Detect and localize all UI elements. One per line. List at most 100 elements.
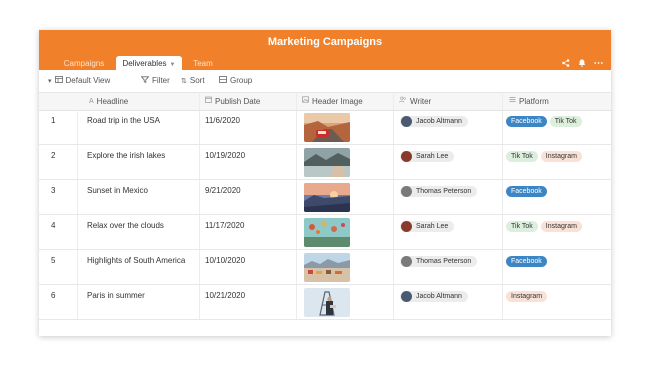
road-trip-image[interactable] bbox=[304, 113, 350, 142]
writer-name: Jacob Altmann bbox=[416, 293, 462, 300]
header-bar: Marketing Campaigns Campaigns Deliverabl… bbox=[39, 30, 611, 71]
date-cell[interactable]: 9/21/2020 bbox=[205, 186, 241, 195]
column-label: Writer bbox=[410, 97, 432, 106]
sort-icon: ⇅ bbox=[181, 77, 187, 85]
table-icon bbox=[54, 76, 63, 85]
writer-chip[interactable]: Jacob Altmann bbox=[400, 291, 468, 302]
platform-cell[interactable]: Facebook bbox=[506, 186, 550, 197]
filter-label: Filter bbox=[152, 76, 170, 85]
row-number: 6 bbox=[51, 291, 56, 300]
date-cell[interactable]: 11/6/2020 bbox=[205, 116, 240, 125]
writer-name: Jacob Altmann bbox=[416, 118, 462, 125]
date-cell[interactable]: 11/17/2020 bbox=[205, 221, 244, 230]
view-toolbar: ▾ Default View Filter ⇅ Sort Group bbox=[39, 70, 611, 92]
column-label: Header Image bbox=[312, 97, 363, 106]
chevron-down-icon[interactable]: ▼ bbox=[170, 62, 176, 68]
clouds-balloons-image[interactable] bbox=[304, 218, 350, 247]
table-row[interactable]: 6 Paris in summer 10/21/2020 Jacob Altma… bbox=[39, 285, 611, 320]
group-button[interactable]: Group bbox=[219, 76, 252, 85]
platform-tag: Facebook bbox=[506, 256, 547, 267]
row-number: 1 bbox=[51, 116, 56, 125]
tab-team[interactable]: Team bbox=[184, 56, 222, 71]
platform-tag: Facebook bbox=[506, 116, 547, 127]
column-header-platform[interactable]: Platform bbox=[509, 93, 549, 110]
writer-chip[interactable]: Jacob Altmann bbox=[400, 116, 468, 127]
tab-label: Campaigns bbox=[63, 59, 105, 68]
row-number: 4 bbox=[51, 221, 56, 230]
tab-deliverables[interactable]: Deliverables ▼ bbox=[116, 56, 182, 71]
more-icon[interactable] bbox=[594, 59, 603, 69]
writer-chip[interactable]: Sarah Lee bbox=[400, 221, 455, 232]
headline-cell[interactable]: Highlights of South America bbox=[87, 256, 185, 265]
row-number: 3 bbox=[51, 186, 56, 195]
avatar bbox=[401, 151, 412, 162]
tab-campaigns[interactable]: Campaigns bbox=[53, 56, 115, 71]
column-header-publish-date[interactable]: Publish Date bbox=[205, 93, 260, 110]
writer-chip[interactable]: Thomas Peterson bbox=[400, 256, 478, 267]
table-row[interactable]: 4 Relax over the clouds 11/17/2020 Sarah… bbox=[39, 215, 611, 250]
column-header-headline[interactable]: A Headline bbox=[89, 93, 128, 110]
table-row[interactable]: 2 Explore the irish lakes 10/19/2020 Sar… bbox=[39, 145, 611, 180]
row-number: 5 bbox=[51, 256, 56, 265]
platform-cell[interactable]: Facebook bbox=[506, 256, 550, 267]
date-cell[interactable]: 10/21/2020 bbox=[205, 291, 245, 300]
filter-button[interactable]: Filter bbox=[140, 76, 170, 85]
date-cell[interactable]: 10/10/2020 bbox=[205, 256, 245, 265]
tab-label: Team bbox=[193, 59, 213, 68]
writer-chip[interactable]: Thomas Peterson bbox=[400, 186, 478, 197]
table-row[interactable]: 3 Sunset in Mexico 9/21/2020 Thomas Pete… bbox=[39, 180, 611, 215]
platform-cell[interactable]: Tik Tok Instagram bbox=[506, 221, 585, 232]
people-icon bbox=[399, 93, 407, 110]
headline-cell[interactable]: Road trip in the USA bbox=[87, 116, 160, 125]
avatar bbox=[401, 291, 412, 302]
column-header-writer[interactable]: Writer bbox=[399, 93, 431, 110]
sort-button[interactable]: ⇅ Sort bbox=[181, 76, 205, 85]
platform-tag: Instagram bbox=[540, 221, 582, 232]
writer-name: Sarah Lee bbox=[416, 153, 449, 160]
app-title: Marketing Campaigns bbox=[267, 36, 383, 48]
filter-icon bbox=[140, 76, 150, 85]
avatar bbox=[401, 221, 412, 232]
writer-chip[interactable]: Sarah Lee bbox=[400, 151, 455, 162]
group-icon bbox=[219, 76, 227, 85]
platform-tag: Instagram bbox=[540, 151, 582, 162]
south-america-image[interactable] bbox=[304, 253, 350, 282]
bell-icon[interactable] bbox=[578, 59, 586, 69]
table-row[interactable]: 1 Road trip in the USA 11/6/2020 Jacob A… bbox=[39, 110, 611, 145]
sort-label: Sort bbox=[189, 76, 205, 85]
irish-lakes-image[interactable] bbox=[304, 148, 350, 177]
platform-cell[interactable]: Instagram bbox=[506, 291, 550, 302]
headline-cell[interactable]: Sunset in Mexico bbox=[87, 186, 148, 195]
writer-name: Thomas Peterson bbox=[416, 258, 472, 265]
headline-cell[interactable]: Relax over the clouds bbox=[87, 221, 164, 230]
header-actions bbox=[562, 59, 603, 69]
platform-cell[interactable]: Facebook Tik Tok bbox=[506, 116, 585, 127]
avatar bbox=[401, 256, 412, 267]
headline-cell[interactable]: Paris in summer bbox=[87, 291, 145, 300]
table-row[interactable]: 5 Highlights of South America 10/10/2020… bbox=[39, 250, 611, 285]
platform-tag: Instagram bbox=[506, 291, 548, 302]
platform-tag: Tik Tok bbox=[506, 221, 538, 232]
paris-image[interactable] bbox=[304, 288, 350, 317]
writer-name: Thomas Peterson bbox=[416, 188, 472, 195]
date-cell[interactable]: 10/19/2020 bbox=[205, 151, 245, 160]
list-icon bbox=[509, 93, 516, 110]
share-icon[interactable] bbox=[562, 59, 570, 69]
platform-tag: Tik Tok bbox=[549, 116, 582, 127]
column-label: Publish Date bbox=[215, 97, 261, 106]
writer-name: Sarah Lee bbox=[416, 223, 449, 230]
text-icon: A bbox=[89, 98, 94, 105]
grid-header: A Headline Publish Date Header Image Wri… bbox=[39, 92, 611, 111]
group-label: Group bbox=[230, 76, 253, 85]
tab-label: Deliverables bbox=[122, 59, 167, 68]
platform-tag: Tik Tok bbox=[506, 151, 538, 162]
headline-cell[interactable]: Explore the irish lakes bbox=[87, 151, 165, 160]
platform-tag: Facebook bbox=[506, 186, 547, 197]
image-icon bbox=[302, 93, 309, 110]
column-header-header-image[interactable]: Header Image bbox=[302, 93, 363, 110]
view-selector[interactable]: ▾ Default View bbox=[48, 76, 110, 85]
platform-cell[interactable]: Tik Tok Instagram bbox=[506, 151, 585, 162]
column-label: Platform bbox=[519, 97, 549, 106]
app-window: Marketing Campaigns Campaigns Deliverabl… bbox=[39, 30, 611, 336]
sunset-mexico-image[interactable] bbox=[304, 183, 350, 212]
